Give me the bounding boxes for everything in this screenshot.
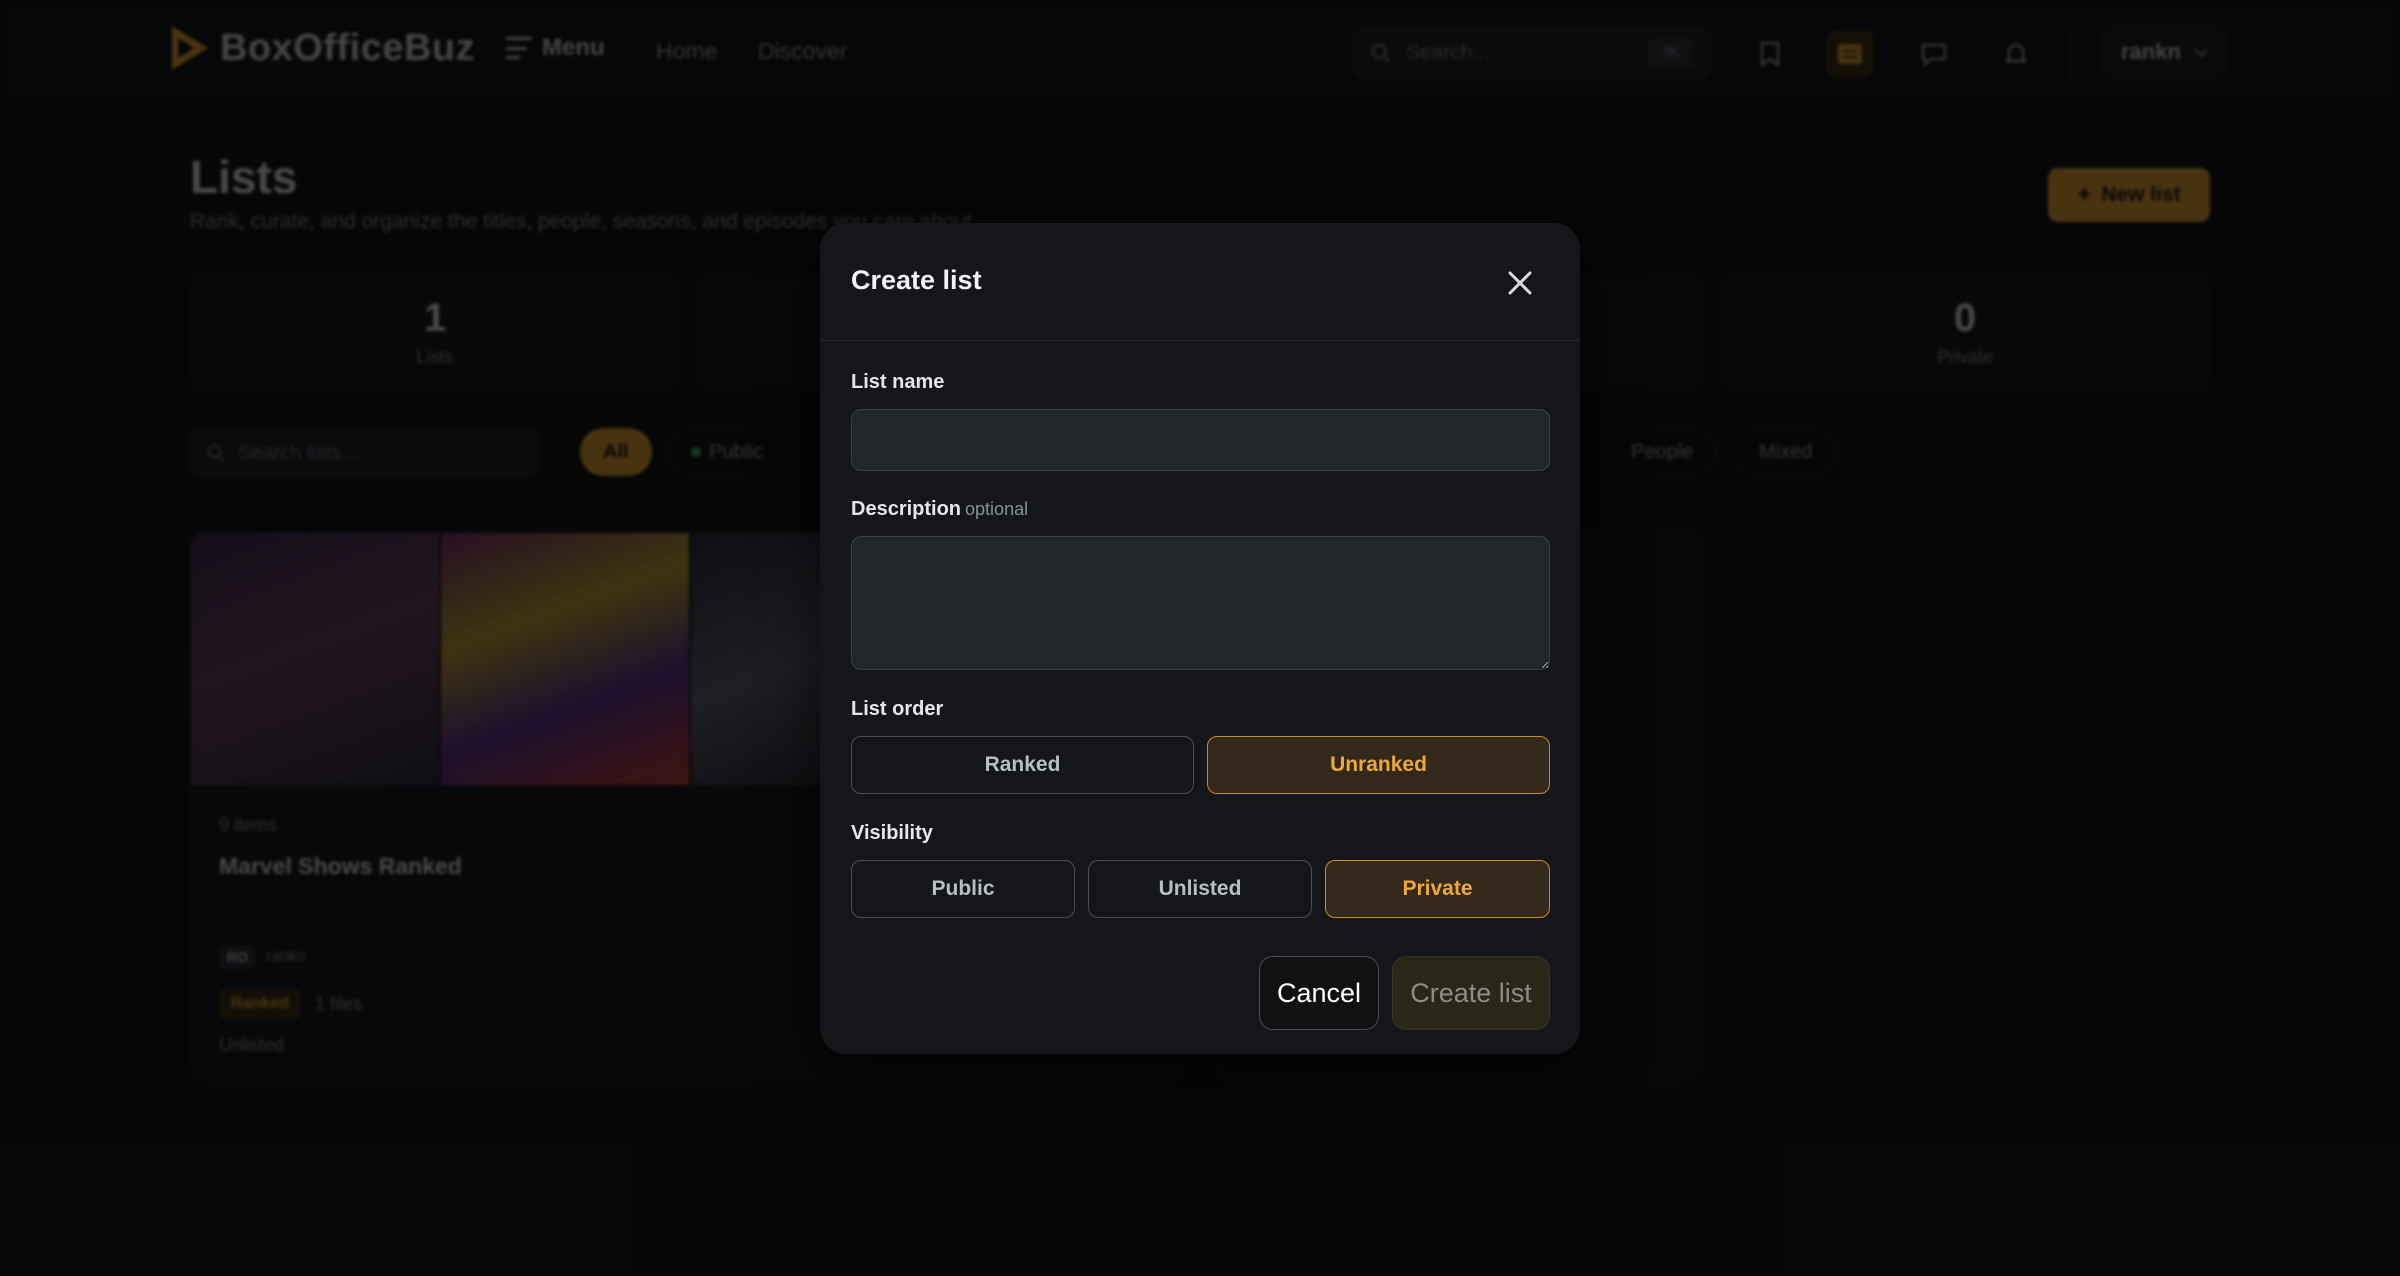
close-icon[interactable] [1500, 263, 1540, 303]
create-list-dialog: Create list List name Description optiona… [820, 223, 1580, 1054]
cancel-button[interactable]: Cancel [1259, 956, 1379, 1030]
visibility-private-button[interactable]: Private [1325, 860, 1550, 918]
optional-hint: optional [965, 499, 1029, 519]
list-name-label: List name [851, 371, 945, 393]
description-textarea[interactable] [851, 536, 1550, 670]
visibility-unlisted-button[interactable]: Unlisted [1088, 860, 1312, 918]
description-label: Description optional [851, 498, 1028, 521]
visibility-public-button[interactable]: Public [851, 860, 1075, 918]
dialog-title: Create list [851, 265, 982, 295]
create-list-button[interactable]: Create list [1392, 956, 1550, 1030]
order-ranked-button[interactable]: Ranked [851, 736, 1194, 794]
list-order-label: List order [851, 698, 944, 720]
order-unranked-button[interactable]: Unranked [1207, 736, 1550, 794]
visibility-label: Visibility [851, 822, 933, 844]
dialog-header: Create list [820, 223, 1580, 341]
description-label-text: Description [851, 498, 962, 520]
list-name-input[interactable] [851, 409, 1550, 471]
